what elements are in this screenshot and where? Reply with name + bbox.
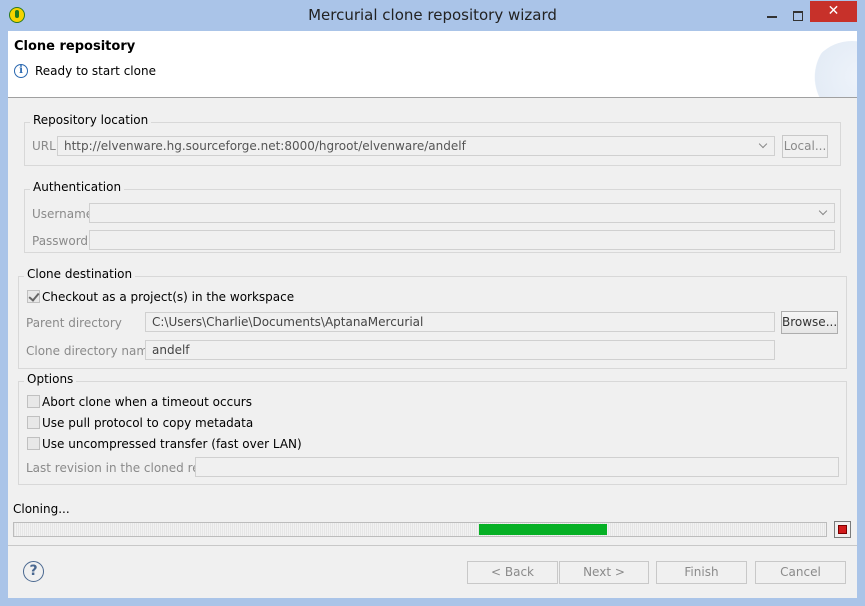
chevron-down-icon[interactable] <box>758 140 770 152</box>
progress-bar <box>13 522 827 537</box>
clone-directory-name-field[interactable]: andelf <box>145 340 775 360</box>
cancel-button[interactable]: Cancel <box>755 561 846 584</box>
last-revision-label: Last revision in the cloned repo <box>26 461 215 475</box>
clone-directory-name-value: andelf <box>152 343 190 357</box>
clone-destination-title: Clone destination <box>24 267 136 281</box>
abort-timeout-checkbox[interactable] <box>27 395 40 408</box>
stop-icon[interactable] <box>834 521 851 538</box>
next-button[interactable]: Next > <box>559 561 649 584</box>
progress-bar-fill <box>479 524 607 535</box>
uncompressed-transfer-label[interactable]: Use uncompressed transfer (fast over LAN… <box>42 437 302 451</box>
url-combo[interactable]: http://elvenware.hg.sourceforge.net:8000… <box>57 136 775 156</box>
url-label: URL <box>32 139 56 153</box>
page-title: Clone repository <box>14 39 136 54</box>
button-bar-separator <box>8 545 857 546</box>
minimize-button[interactable] <box>759 8 785 24</box>
window-title: Mercurial clone repository wizard <box>308 6 557 24</box>
progress-status: Cloning... <box>13 502 70 516</box>
wizard-window: Mercurial clone repository wizard ✕ Clon… <box>0 0 865 606</box>
clone-directory-name-label: Clone directory name <box>26 344 156 358</box>
abort-timeout-label[interactable]: Abort clone when a timeout occurs <box>42 395 252 409</box>
uncompressed-transfer-checkbox[interactable] <box>27 437 40 450</box>
close-button[interactable]: ✕ <box>810 1 857 22</box>
info-icon: i <box>14 64 28 78</box>
pull-protocol-label[interactable]: Use pull protocol to copy metadata <box>42 416 253 430</box>
local-button[interactable]: Local... <box>782 135 828 158</box>
last-revision-field[interactable] <box>195 457 839 477</box>
password-label: Password <box>32 234 89 248</box>
help-icon[interactable]: ? <box>23 561 44 582</box>
parent-directory-field[interactable]: C:\Users\Charlie\Documents\AptanaMercuri… <box>145 312 775 332</box>
authentication-title: Authentication <box>30 180 125 194</box>
dialog-client-area: Clone repository i Ready to start clone … <box>8 31 857 598</box>
username-label: Username <box>32 207 94 221</box>
pull-protocol-checkbox[interactable] <box>27 416 40 429</box>
browse-button[interactable]: Browse... <box>781 311 838 334</box>
parent-directory-value: C:\Users\Charlie\Documents\AptanaMercuri… <box>152 315 424 329</box>
finish-button[interactable]: Finish <box>656 561 747 584</box>
url-value: http://elvenware.hg.sourceforge.net:8000… <box>64 139 466 153</box>
options-title: Options <box>24 372 77 386</box>
password-field[interactable] <box>89 230 835 250</box>
maximize-button[interactable] <box>785 8 811 24</box>
username-combo[interactable] <box>89 203 835 223</box>
wizard-header: Clone repository i Ready to start clone <box>8 31 857 98</box>
back-button[interactable]: < Back <box>467 561 558 584</box>
header-message: Ready to start clone <box>35 64 156 78</box>
chevron-down-icon[interactable] <box>818 207 830 219</box>
checkout-checkbox[interactable] <box>27 290 40 303</box>
parent-directory-label: Parent directory <box>26 316 122 330</box>
title-bar: Mercurial clone repository wizard ✕ <box>0 0 865 31</box>
checkout-label[interactable]: Checkout as a project(s) in the workspac… <box>42 290 294 304</box>
repository-location-title: Repository location <box>30 113 152 127</box>
